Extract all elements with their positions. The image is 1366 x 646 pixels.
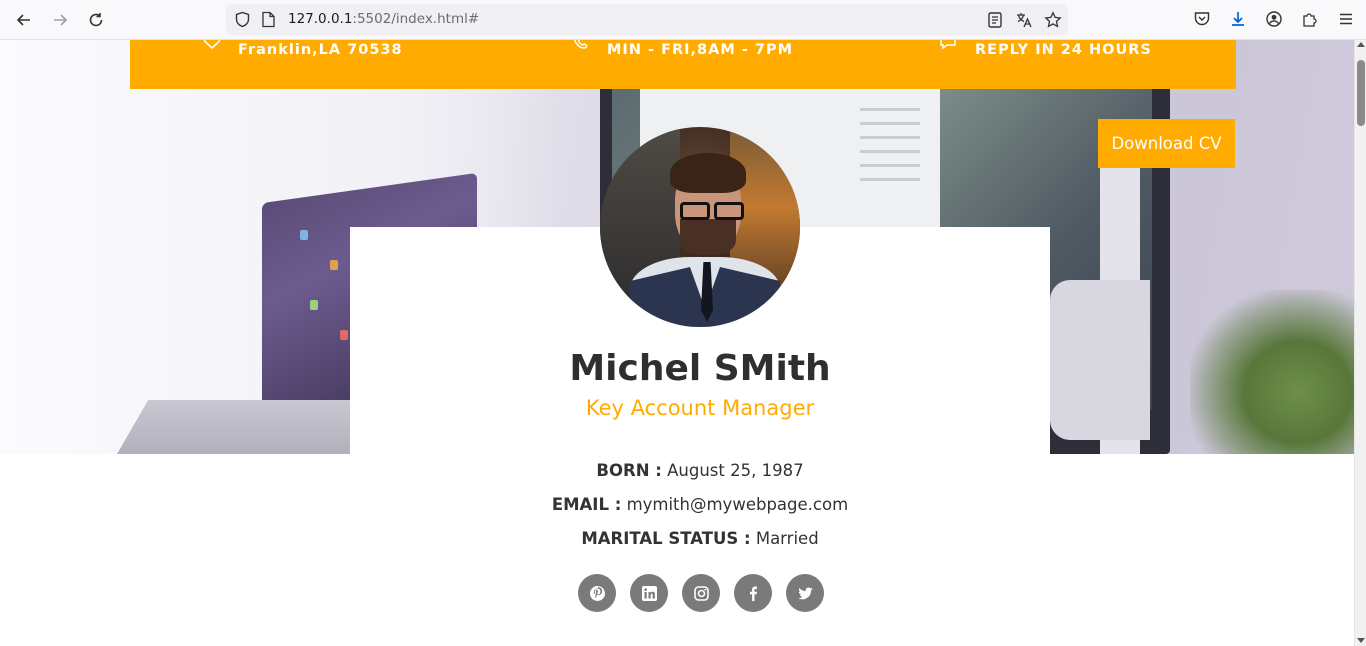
pocket-icon [1194,12,1210,26]
forward-arrow-icon [54,14,68,26]
shield-icon[interactable] [234,11,251,28]
social-links [578,574,824,612]
pinterest-link[interactable] [578,574,616,612]
reload-icon [89,13,103,27]
profile-role: Key Account Manager [585,396,815,420]
translate-button[interactable] [1014,10,1033,29]
instagram-link[interactable] [682,574,720,612]
downloads-button[interactable] [1228,8,1248,30]
star-icon [1043,10,1062,28]
reload-button[interactable] [84,8,108,32]
back-arrow-icon [16,14,30,26]
banner-reply-text: REPLY IN 24 HOURS [975,42,1152,58]
pinterest-icon [589,585,605,601]
chat-icon [940,40,956,50]
url-path: :5502/index.html# [352,11,480,27]
instagram-icon [693,585,709,601]
email-value[interactable]: mymith@mywebpage.com [627,495,849,514]
banner-address-text: Franklin,LA 70538 [238,42,403,58]
address-bar[interactable]: 127.0.0.1:5502/index.html# [226,4,1068,35]
scroll-thumb[interactable] [1357,60,1365,126]
profile-name: Michel SMith [569,348,831,389]
back-button[interactable] [12,8,36,32]
contact-banner: Franklin,LA 70538 MIN - FRI,8AM - 7PM RE… [130,40,1236,89]
reader-icon [987,11,1002,28]
page-content: Franklin,LA 70538 MIN - FRI,8AM - 7PM RE… [0,40,1354,646]
hamburger-icon [1340,13,1352,25]
born-row: BORN : August 25, 1987 [350,461,1050,480]
twitter-icon [797,587,813,599]
banner-hours-text: MIN - FRI,8AM - 7PM [607,42,794,58]
scroll-down-arrow-icon[interactable] [1357,638,1365,643]
menu-button[interactable] [1336,8,1356,30]
email-label: EMAIL : [551,495,622,514]
url-host: 127.0.0.1 [288,11,353,27]
forward-button[interactable] [48,8,72,32]
facebook-icon [749,586,757,601]
linkedin-link[interactable] [630,574,668,612]
download-icon [1232,12,1244,26]
translate-icon [1016,12,1032,27]
browser-toolbar: 127.0.0.1:5502/index.html# [0,0,1366,40]
account-icon [1266,11,1282,27]
email-row: EMAIL : mymith@mywebpage.com [350,495,1050,514]
pocket-button[interactable] [1192,8,1212,30]
marital-value: Married [755,529,819,548]
download-cv-button[interactable]: Download CV [1098,119,1235,168]
bookmark-button[interactable] [1043,10,1062,29]
account-button[interactable] [1264,8,1284,30]
vertical-scrollbar[interactable] [1354,40,1366,646]
profile-avatar [600,127,800,327]
page-icon [262,11,275,28]
extensions-button[interactable] [1300,8,1320,30]
linkedin-icon [641,585,657,601]
scroll-up-arrow-icon[interactable] [1357,42,1365,47]
heart-icon [203,40,221,50]
phone-icon [573,40,588,49]
marital-label: MARITAL STATUS : [581,529,751,548]
twitter-link[interactable] [786,574,824,612]
born-value: August 25, 1987 [667,461,804,480]
marital-row: MARITAL STATUS : Married [350,529,1050,548]
url-text[interactable]: 127.0.0.1:5502/index.html# [288,11,479,27]
puzzle-icon [1303,13,1317,27]
born-label: BORN : [596,461,662,480]
reader-view-button[interactable] [985,10,1004,29]
facebook-link[interactable] [734,574,772,612]
